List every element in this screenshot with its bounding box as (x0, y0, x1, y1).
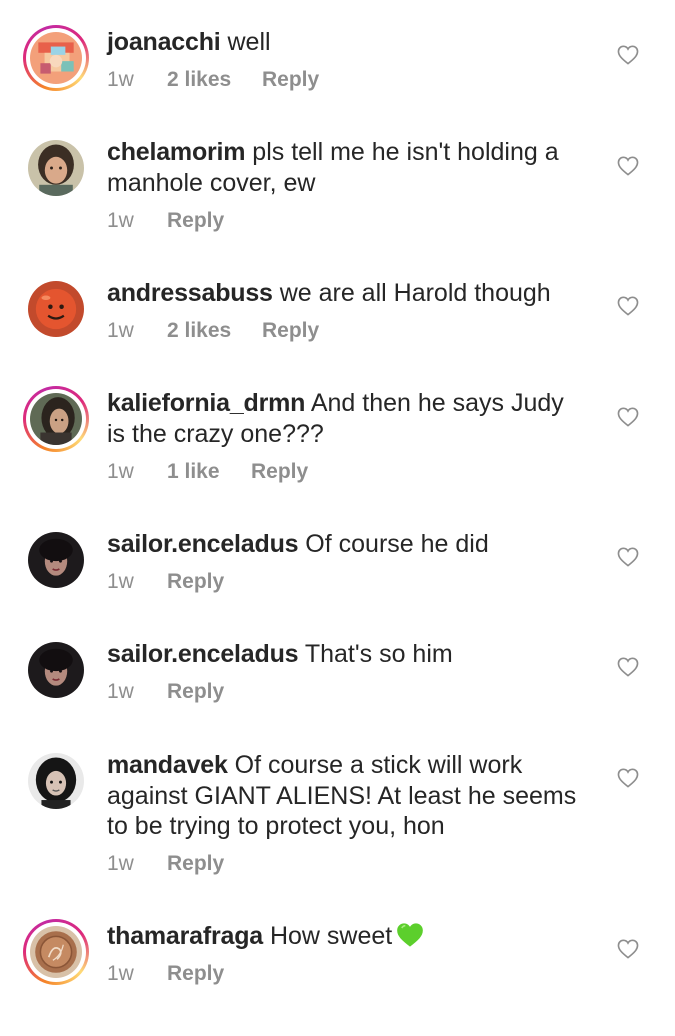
avatar[interactable] (23, 637, 89, 703)
reply-button[interactable]: Reply (262, 319, 319, 343)
comment-likes[interactable]: 2 likes (167, 319, 262, 343)
comment-time: 1w (107, 852, 134, 875)
comment-text: sailor.enceladus Of course he did (107, 529, 587, 560)
comment-time: 1w (107, 319, 134, 342)
comment-username[interactable]: sailor.enceladus (107, 640, 299, 668)
comment-meta: 1w Reply (107, 570, 224, 594)
heart-outline-icon[interactable] (617, 547, 639, 567)
comment-username[interactable]: joanacchi (107, 28, 221, 56)
comment-meta: 1w 2 likes Reply (107, 319, 319, 343)
comment-text: andressabuss we are all Harold though (107, 278, 587, 309)
reply-button[interactable]: Reply (262, 68, 319, 92)
comment-time: 1w (107, 570, 134, 593)
comment-body: we are all Harold though (279, 279, 551, 307)
heart-outline-icon[interactable] (617, 407, 639, 427)
comment-username[interactable]: andressabuss (107, 279, 273, 307)
comment-meta: 1w Reply (107, 962, 224, 986)
comment-time: 1w (107, 680, 134, 703)
comment-body: well (227, 28, 271, 56)
comment-username[interactable]: chelamorim (107, 138, 246, 166)
green-heart-emoji (396, 922, 424, 948)
avatar[interactable] (23, 919, 89, 985)
avatar[interactable] (23, 25, 89, 91)
comment-meta: 1w Reply (107, 852, 224, 876)
reply-button[interactable]: Reply (167, 852, 224, 876)
comment-text: sailor.enceladus That's so him (107, 639, 587, 670)
avatar[interactable] (23, 276, 89, 342)
heart-outline-icon[interactable] (617, 657, 639, 677)
avatar[interactable] (23, 386, 89, 452)
comment-text: mandavek Of course a stick will work aga… (107, 750, 587, 842)
comment-meta: 1w Reply (107, 209, 224, 233)
comment-meta: 1w Reply (107, 680, 224, 704)
reply-button[interactable]: Reply (251, 460, 308, 484)
reply-button[interactable]: Reply (167, 209, 224, 233)
comment-likes[interactable]: 1 like (167, 460, 251, 484)
avatar[interactable] (23, 527, 89, 593)
comment-username[interactable]: kaliefornia_drmn (107, 389, 305, 417)
heart-outline-icon[interactable] (617, 939, 639, 959)
heart-outline-icon[interactable] (617, 45, 639, 65)
avatar[interactable] (23, 748, 89, 814)
heart-outline-icon[interactable] (617, 156, 639, 176)
reply-button[interactable]: Reply (167, 680, 224, 704)
comment-time: 1w (107, 209, 134, 232)
comment-text: chelamorim pls tell me he isn't holding … (107, 137, 587, 198)
comment-body: That's so him (304, 640, 453, 668)
comment-body: Of course he did (305, 530, 489, 558)
reply-button[interactable]: Reply (167, 962, 224, 986)
comment-text: thamarafraga How sweet (107, 921, 587, 952)
avatar[interactable] (23, 135, 89, 201)
comment-username[interactable]: mandavek (107, 751, 228, 779)
comment-text: kaliefornia_drmn And then he says Judy i… (107, 388, 587, 449)
comment-username[interactable]: thamarafraga (107, 922, 263, 950)
comment-time: 1w (107, 962, 134, 985)
comment-meta: 1w 2 likes Reply (107, 68, 319, 92)
reply-button[interactable]: Reply (167, 570, 224, 594)
comment-meta: 1w 1 like Reply (107, 460, 308, 484)
comment-time: 1w (107, 460, 134, 483)
comment-body: How sweet (269, 922, 393, 950)
comment-username[interactable]: sailor.enceladus (107, 530, 299, 558)
heart-outline-icon[interactable] (617, 768, 639, 788)
heart-outline-icon[interactable] (617, 296, 639, 316)
comment-text: joanacchi well (107, 27, 587, 58)
comment-time: 1w (107, 68, 134, 91)
comment-likes[interactable]: 2 likes (167, 68, 262, 92)
